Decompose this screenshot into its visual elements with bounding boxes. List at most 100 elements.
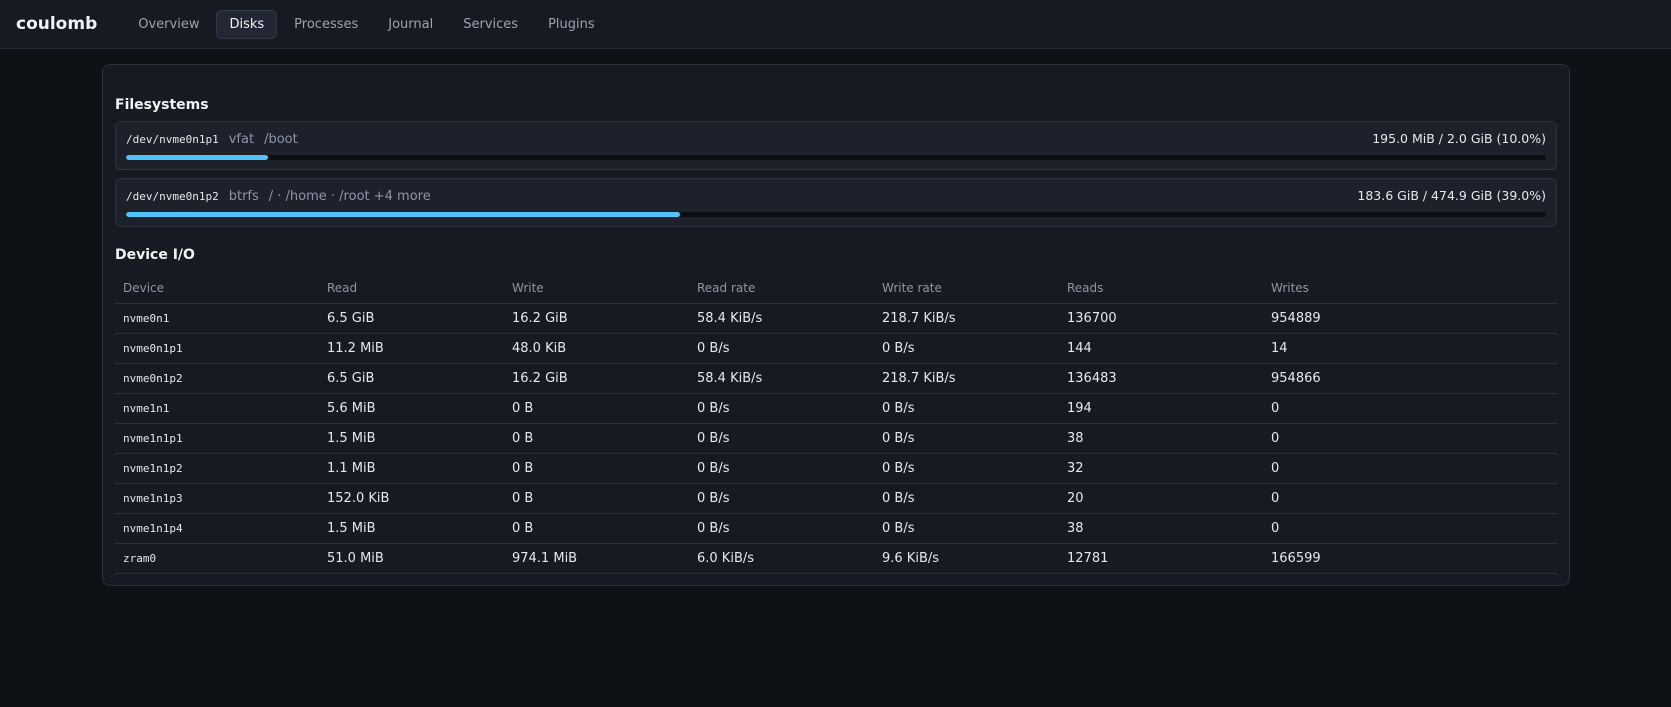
table-cell: 0 B/s <box>689 423 874 454</box>
table-cell: 0 B/s <box>874 393 1059 424</box>
main-nav: Overview Disks Processes Journal Services Plu… <box>125 9 608 39</box>
table-cell: 11.2 MiB <box>319 333 504 364</box>
table-cell: 16.2 GiB <box>504 363 689 394</box>
table-cell: 144 <box>1059 333 1263 364</box>
usage-bar <box>126 155 1546 160</box>
device-name-cell: nvme1n1p4 <box>115 513 319 544</box>
table-cell: 0 <box>1263 453 1557 484</box>
device-io-title: Device I/O <box>115 247 195 263</box>
usage-bar-fill <box>126 212 680 217</box>
table-cell: 0 B/s <box>874 513 1059 544</box>
table-cell: 0 B/s <box>689 393 874 424</box>
table-cell: 0 B <box>504 453 689 484</box>
filesystem-device: /dev/nvme0n1p2 <box>126 190 219 203</box>
table-cell: 218.7 KiB/s <box>874 363 1059 394</box>
table-cell: 954866 <box>1263 363 1557 394</box>
disks-panel: Filesystems /dev/nvme0n1p1 vfat/boot 195.0… <box>102 64 1570 586</box>
filesystem-type: btrfs <box>228 189 259 204</box>
filesystem-card: /dev/nvme0n1p2 btrfs / · /home · /root +4 … <box>115 178 1557 227</box>
tab-overview[interactable]: Overview <box>125 10 212 39</box>
table-cell: 152.0 KiB <box>319 483 504 514</box>
device-name-cell: nvme0n1p2 <box>115 363 319 394</box>
table-cell: 48.0 KiB <box>504 333 689 364</box>
usage-bar <box>126 212 1546 217</box>
table-cell: 14 <box>1263 333 1557 364</box>
table-cell: 954889 <box>1263 303 1557 334</box>
table-cell: 0 <box>1263 393 1557 424</box>
table-cell: 38 <box>1059 513 1263 544</box>
table-cell: 0 <box>1263 513 1557 544</box>
table-cell: 0 <box>1263 483 1557 514</box>
app-title: coulomb <box>16 14 98 34</box>
table-cell: 9.6 KiB/s <box>874 543 1059 574</box>
table-cell: 32 <box>1059 453 1263 484</box>
filesystems-list: /dev/nvme0n1p1 vfat/boot 195.0 MiB / 2.0 G… <box>115 121 1557 227</box>
filesystem-device: /dev/nvme0n1p1 <box>126 133 219 146</box>
column-header-write-rate: Write rate <box>874 273 1059 304</box>
filesystem-mounts: /boot <box>264 132 298 147</box>
table-row: nvme1n1p3 152.0 KiB 0 B0 B/s 0 B/s 20 0 <box>115 483 1557 514</box>
column-header-writes: Writes <box>1263 273 1557 304</box>
table-cell: 194 <box>1059 393 1263 424</box>
table-cell: 1.5 MiB <box>319 423 504 454</box>
table-cell: 0 B/s <box>874 423 1059 454</box>
table-cell: 58.4 KiB/s <box>689 303 874 334</box>
table-cell: 51.0 MiB <box>319 543 504 574</box>
column-header-device: Device <box>115 273 319 304</box>
table-cell: 0 B <box>504 423 689 454</box>
device-name-cell: nvme1n1p2 <box>115 453 319 484</box>
tab-disks[interactable]: Disks <box>216 9 278 39</box>
table-cell: 0 B/s <box>689 333 874 364</box>
table-cell: 0 B/s <box>874 333 1059 364</box>
table-cell: 0 B/s <box>689 513 874 544</box>
table-cell: 6.0 KiB/s <box>689 543 874 574</box>
filesystem-row: /dev/nvme0n1p1 vfat/boot 195.0 MiB / 2.0 G… <box>126 131 1546 147</box>
table-row: nvme0n1p2 6.5 GiB 16.2 GiB 58.4 KiB/s 218.7 … <box>115 363 1557 394</box>
device-name-cell: nvme1n1p3 <box>115 483 319 514</box>
filesystem-type: vfat <box>228 132 255 147</box>
table-row: nvme1n1 5.6 MiB 0 B0 B/s 0 B/s 194 0 <box>115 393 1557 424</box>
device-name-cell: nvme1n1p1 <box>115 423 319 454</box>
table-cell: 0 B/s <box>689 483 874 514</box>
filesystem-mounts: / · /home · /root +4 more <box>268 189 431 204</box>
table-cell: 0 B/s <box>874 453 1059 484</box>
table-cell: 1.5 MiB <box>319 513 504 544</box>
table-row: nvme0n1p1 11.2 MiB 48.0 KiB 0 B/s 0 B/s 144 14 <box>115 333 1557 364</box>
table-cell: 20 <box>1059 483 1263 514</box>
device-name-cell: nvme0n1p1 <box>115 333 319 364</box>
table-cell: 166599 <box>1263 543 1557 574</box>
table-cell: 0 <box>1263 423 1557 454</box>
column-header-reads: Reads <box>1059 273 1263 304</box>
table-cell: 6.5 GiB <box>319 303 504 334</box>
filesystem-card: /dev/nvme0n1p1 vfat/boot 195.0 MiB / 2.0 G… <box>115 121 1557 170</box>
column-header-read: Read <box>319 273 504 304</box>
table-cell: 12781 <box>1059 543 1263 574</box>
table-row: zram0 51.0 MiB 974.1 MiB 6.0 KiB/s 9.6 KiB/s… <box>115 543 1557 574</box>
tab-processes[interactable]: Processes <box>281 10 371 39</box>
filesystem-usage: 195.0 MiB / 2.0 GiB (10.0%) <box>1372 131 1546 146</box>
table-body: nvme0n1 6.5 GiB 16.2 GiB 58.4 KiB/s 218.7 Ki… <box>115 303 1557 574</box>
table-row: nvme1n1p1 1.5 MiB 0 B0 B/s 0 B/s 38 0 <box>115 423 1557 454</box>
table-cell: 0 B/s <box>874 483 1059 514</box>
table-cell: 58.4 KiB/s <box>689 363 874 394</box>
tab-plugins[interactable]: Plugins <box>535 10 608 39</box>
table-cell: 38 <box>1059 423 1263 454</box>
table-cell: 0 B <box>504 393 689 424</box>
table-row: nvme0n1 6.5 GiB 16.2 GiB 58.4 KiB/s 218.7 Ki… <box>115 303 1557 334</box>
column-header-read-rate: Read rate <box>689 273 874 304</box>
device-name-cell: nvme1n1 <box>115 393 319 424</box>
table-cell: 16.2 GiB <box>504 303 689 334</box>
device-name-cell: zram0 <box>115 543 319 574</box>
table-row: nvme1n1p2 1.1 MiB 0 B0 B/s 0 B/s 32 0 <box>115 453 1557 484</box>
tab-journal[interactable]: Journal <box>375 10 446 39</box>
tab-services[interactable]: Services <box>450 10 531 39</box>
table-cell: 0 B <box>504 513 689 544</box>
table-cell: 6.5 GiB <box>319 363 504 394</box>
table-cell: 974.1 MiB <box>504 543 689 574</box>
top-bar: coulomb Overview Disks Processes Journal Ser… <box>0 0 1671 49</box>
table-header-row: Device Read Write Read rate Write rate Reads W… <box>115 273 1557 304</box>
filesystem-row: /dev/nvme0n1p2 btrfs / · /home · /root +4 … <box>126 188 1546 204</box>
usage-bar-fill <box>126 155 268 160</box>
device-io-table: Device Read Write Read rate Write rate Reads W… <box>115 273 1557 574</box>
table-cell: 136483 <box>1059 363 1263 394</box>
